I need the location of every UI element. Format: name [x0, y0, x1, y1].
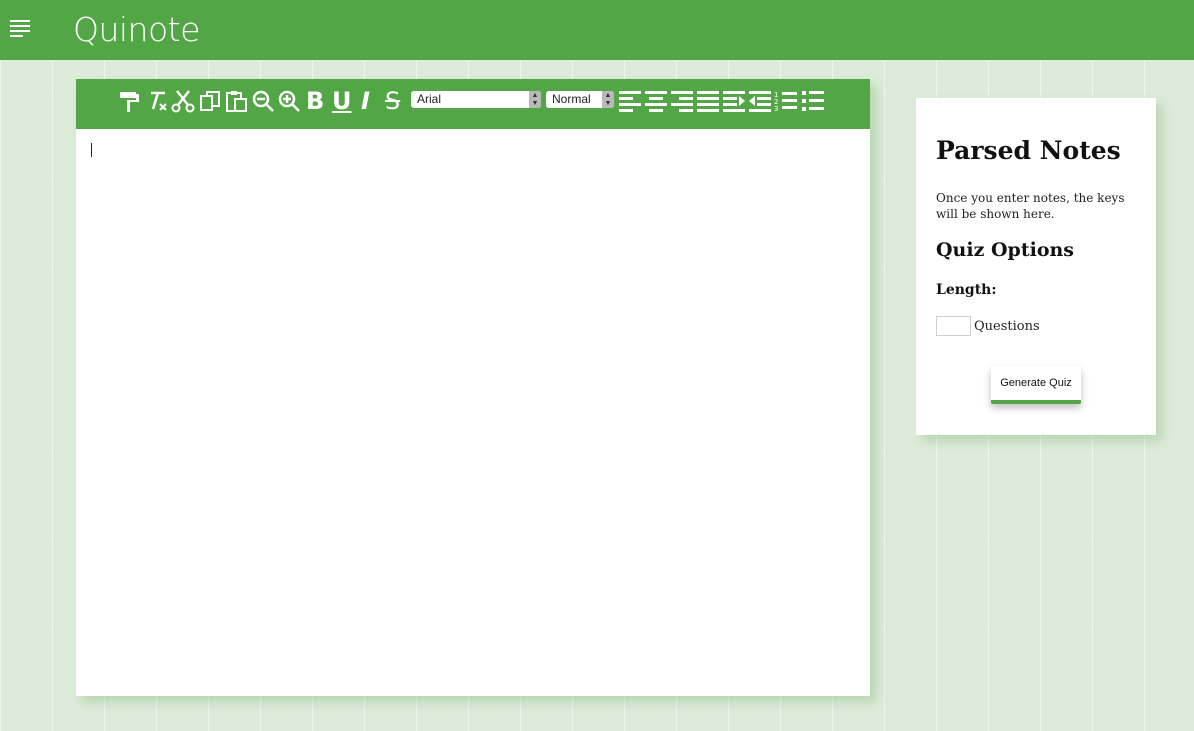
clear-formatting-icon[interactable]	[145, 89, 169, 113]
italic-icon[interactable]: I	[361, 86, 370, 116]
underline-icon[interactable]: U	[332, 86, 352, 116]
hamburger-menu-icon[interactable]	[10, 20, 32, 38]
align-right-icon[interactable]	[670, 89, 694, 113]
copy-icon[interactable]	[198, 89, 222, 113]
generate-quiz-button[interactable]: Generate Quiz	[991, 366, 1081, 404]
editor-toolbar: B U I S Arial ▲ ▼ Normal ▲ ▼ 1 2 3	[76, 79, 870, 129]
length-label: Length:	[936, 282, 997, 298]
font-family-value: Arial	[417, 92, 442, 106]
svg-text:3: 3	[774, 105, 778, 113]
indent-icon[interactable]	[722, 89, 746, 113]
zoom-out-icon[interactable]	[251, 89, 275, 113]
paint-roller-icon[interactable]	[118, 89, 142, 113]
question-count-input[interactable]	[936, 316, 971, 336]
cut-icon[interactable]	[171, 89, 195, 113]
bold-icon[interactable]: B	[306, 86, 324, 116]
paste-icon[interactable]	[225, 89, 249, 113]
bullet-list-icon[interactable]	[801, 89, 825, 113]
top-bar: Quinote	[0, 0, 1194, 60]
strikethrough-icon[interactable]: S	[385, 86, 400, 116]
zoom-in-icon[interactable]	[277, 89, 301, 113]
justify-icon[interactable]	[696, 89, 720, 113]
parsed-notes-placeholder: Once you enter notes, the keys will be s…	[936, 191, 1125, 221]
select-arrows-icon: ▲ ▼	[602, 91, 614, 108]
app-logo[interactable]: Quinote	[73, 10, 200, 49]
align-left-icon[interactable]	[618, 89, 642, 113]
parsed-notes-panel: Parsed Notes Once you enter notes, the k…	[916, 98, 1156, 435]
font-size-select[interactable]: Normal ▲ ▼	[546, 91, 614, 108]
questions-label: Questions	[974, 319, 1040, 334]
font-family-select[interactable]: Arial ▲ ▼	[411, 91, 541, 108]
note-editor: B U I S Arial ▲ ▼ Normal ▲ ▼ 1 2 3	[76, 79, 870, 696]
quiz-options-heading: Quiz Options	[936, 239, 1075, 261]
numbered-list-icon[interactable]: 123	[774, 89, 798, 113]
align-center-icon[interactable]	[644, 89, 668, 113]
select-arrows-icon: ▲ ▼	[529, 91, 541, 108]
panel-title: Parsed Notes	[936, 136, 1121, 165]
font-size-value: Normal	[552, 92, 591, 106]
outdent-icon[interactable]	[748, 89, 772, 113]
text-caret	[91, 143, 92, 157]
note-text-area[interactable]	[76, 129, 870, 696]
